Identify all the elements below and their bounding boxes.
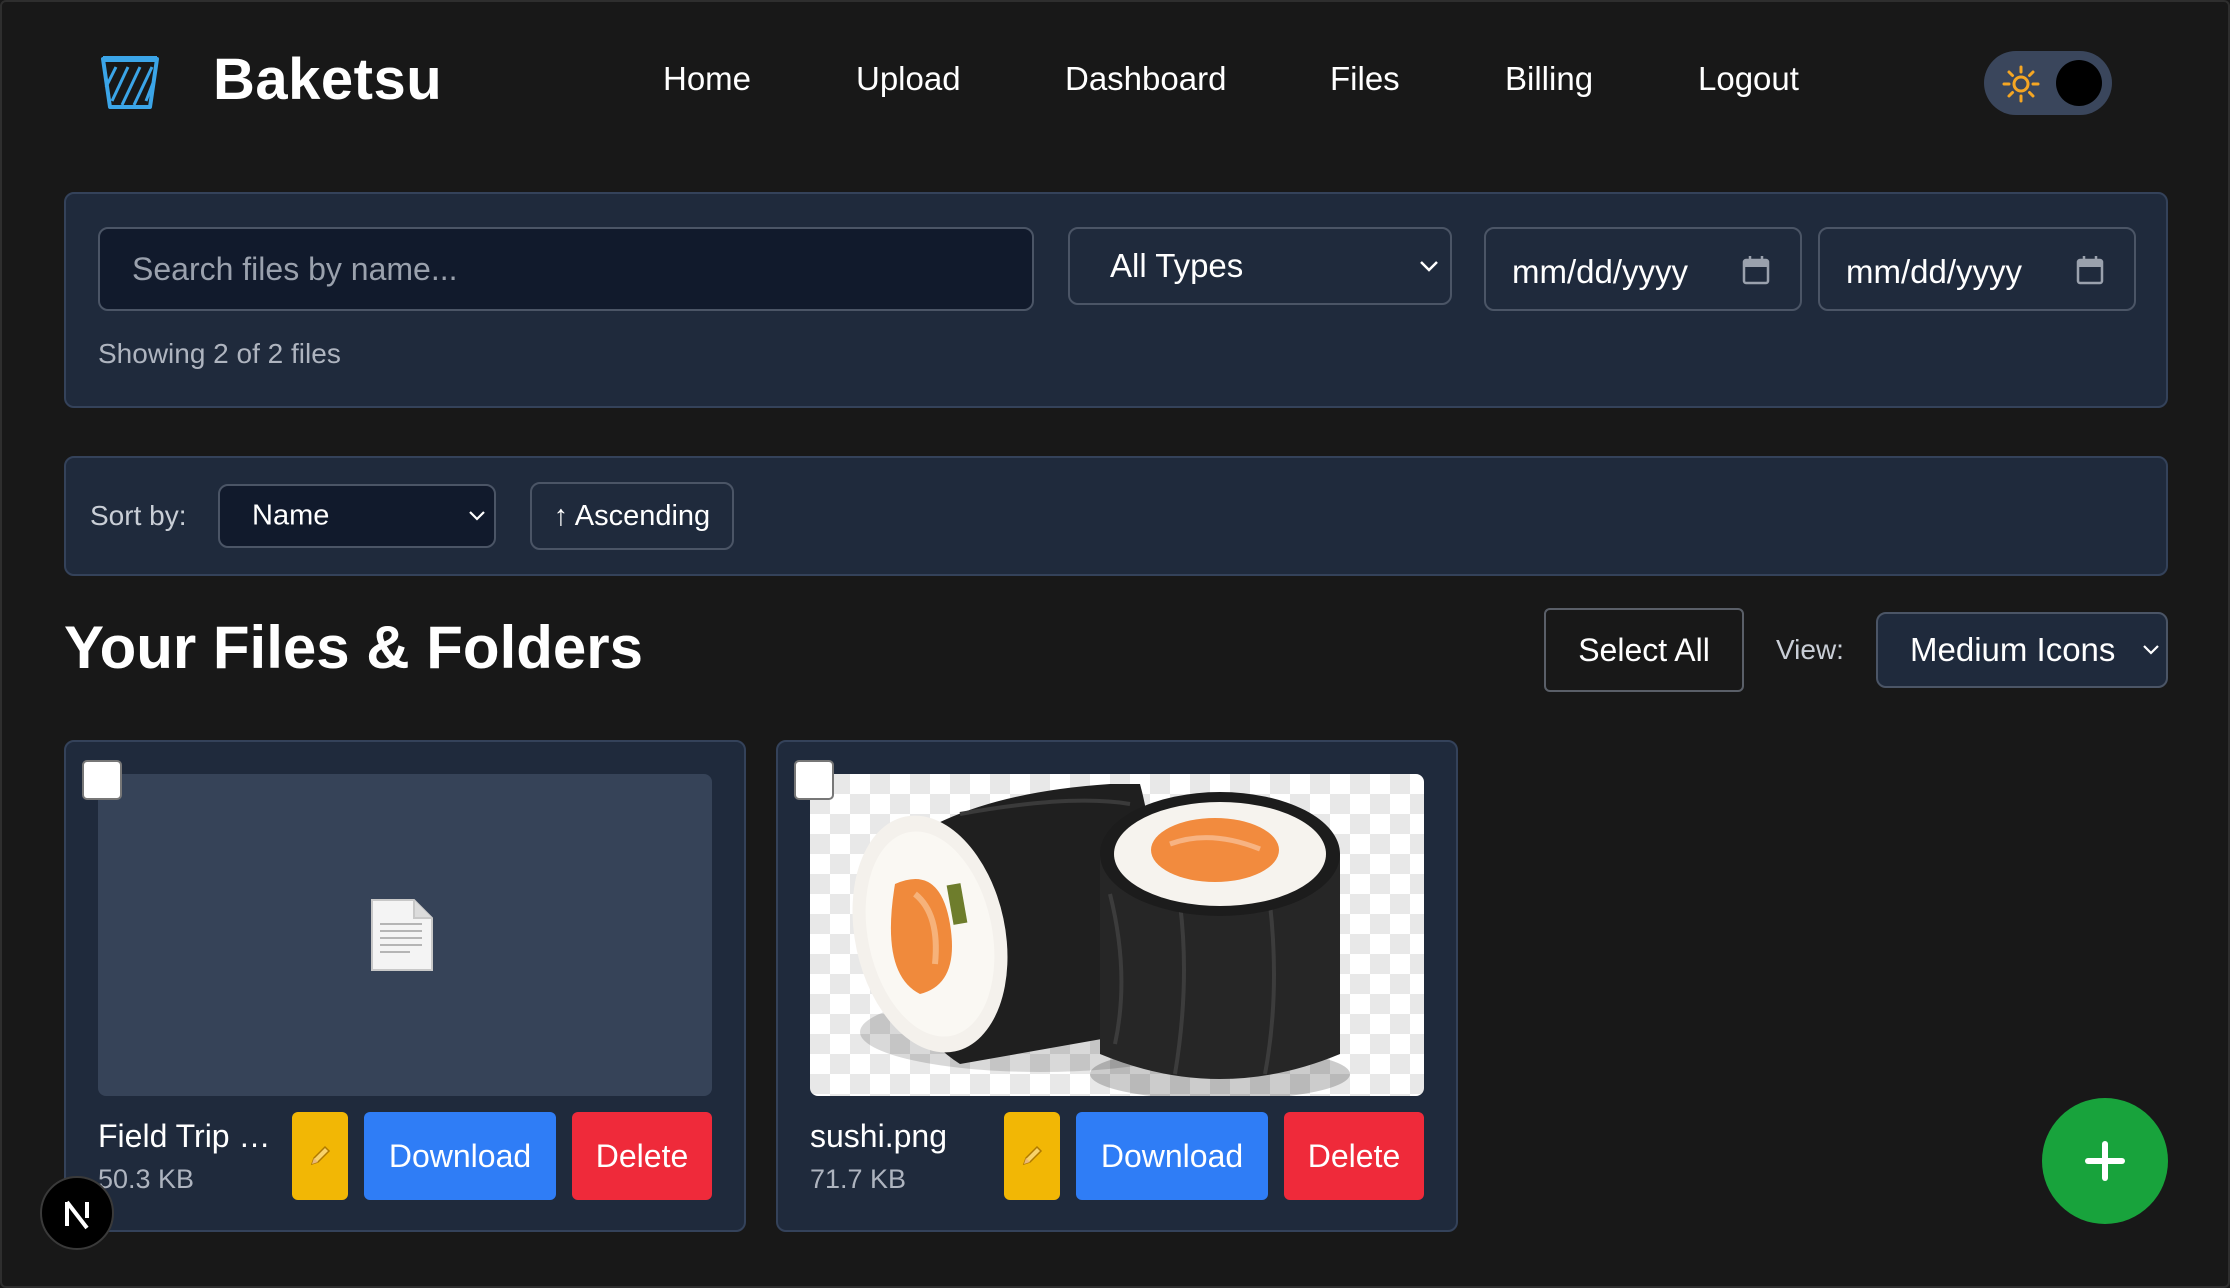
next-logo-icon — [65, 1200, 89, 1230]
file-size: 71.7 KB — [810, 1164, 907, 1194]
file-name: sushi.png — [810, 1118, 947, 1154]
search-input[interactable] — [98, 227, 1034, 311]
rename-button[interactable] — [1004, 1112, 1060, 1200]
file-card[interactable]: sushi.png 71.7 KB Download Delete — [776, 740, 1458, 1232]
nav-dashboard[interactable]: Dashboard — [1065, 60, 1226, 98]
rename-button[interactable] — [292, 1112, 348, 1200]
file-name: Field Trip … — [98, 1118, 271, 1154]
calendar-icon[interactable] — [1742, 255, 1770, 285]
download-button[interactable]: Download — [1076, 1112, 1268, 1200]
sort-by-select[interactable]: Name — [218, 484, 496, 548]
chevron-down-icon — [2143, 645, 2159, 655]
download-button[interactable]: Download — [364, 1112, 556, 1200]
file-select-checkbox[interactable] — [82, 760, 122, 800]
file-size: 50.3 KB — [98, 1164, 195, 1194]
page-title: Your Files & Folders — [64, 614, 643, 681]
view-mode-select[interactable]: Medium Icons — [1876, 612, 2168, 688]
file-type-select[interactable]: All Types — [1068, 227, 1452, 305]
pencil-icon — [1022, 1145, 1043, 1166]
next-dev-badge[interactable] — [40, 1176, 114, 1250]
view-label: View: — [1776, 634, 1844, 665]
date-from-input[interactable]: mm/dd/yyyy — [1484, 227, 1802, 311]
delete-button[interactable]: Delete — [1284, 1112, 1424, 1200]
file-preview[interactable] — [98, 774, 712, 1096]
sushi-image — [852, 784, 1350, 1096]
sort-by-selected: Name — [252, 499, 330, 532]
file-type-selected: All Types — [1110, 247, 1244, 284]
view-mode-selected: Medium Icons — [1910, 631, 2116, 668]
sort-label: Sort by: — [90, 500, 187, 531]
calendar-icon[interactable] — [2076, 255, 2104, 285]
results-count: Showing 2 of 2 files — [98, 338, 341, 369]
file-preview[interactable] — [810, 774, 1424, 1096]
chevron-down-icon — [1420, 261, 1438, 272]
sun-icon — [2002, 65, 2040, 103]
bucket-logo-icon[interactable] — [100, 55, 160, 111]
brand-name[interactable]: Baketsu — [213, 46, 442, 113]
select-all-button[interactable]: Select All — [1544, 608, 1744, 692]
nav-files[interactable]: Files — [1330, 60, 1400, 98]
nav-logout[interactable]: Logout — [1698, 60, 1799, 98]
document-icon — [371, 899, 433, 971]
date-to-input[interactable]: mm/dd/yyyy — [1818, 227, 2136, 311]
date-to-value: mm/dd/yyyy — [1846, 253, 2023, 290]
chevron-down-icon — [469, 511, 485, 521]
nav-home[interactable]: Home — [663, 60, 751, 98]
plus-icon — [2085, 1141, 2125, 1181]
sort-order-button[interactable]: ↑ Ascending — [530, 482, 734, 550]
nav-upload[interactable]: Upload — [856, 60, 961, 98]
toggle-knob — [2056, 60, 2102, 106]
date-from-value: mm/dd/yyyy — [1512, 253, 1689, 290]
top-navbar: Baketsu Home Upload Dashboard Files Bill… — [0, 0, 2230, 165]
pencil-icon — [310, 1145, 331, 1166]
nav-billing[interactable]: Billing — [1505, 60, 1593, 98]
sort-panel: Sort by: Name ↑ Ascending — [64, 456, 2168, 576]
add-file-button[interactable] — [2042, 1098, 2168, 1224]
file-card[interactable]: Field Trip … 50.3 KB Download Delete — [64, 740, 746, 1232]
file-select-checkbox[interactable] — [794, 760, 834, 800]
delete-button[interactable]: Delete — [572, 1112, 712, 1200]
filter-panel: All Types mm/dd/yyyy mm/dd/yyyy Showing … — [64, 192, 2168, 408]
theme-toggle[interactable] — [1984, 51, 2112, 115]
